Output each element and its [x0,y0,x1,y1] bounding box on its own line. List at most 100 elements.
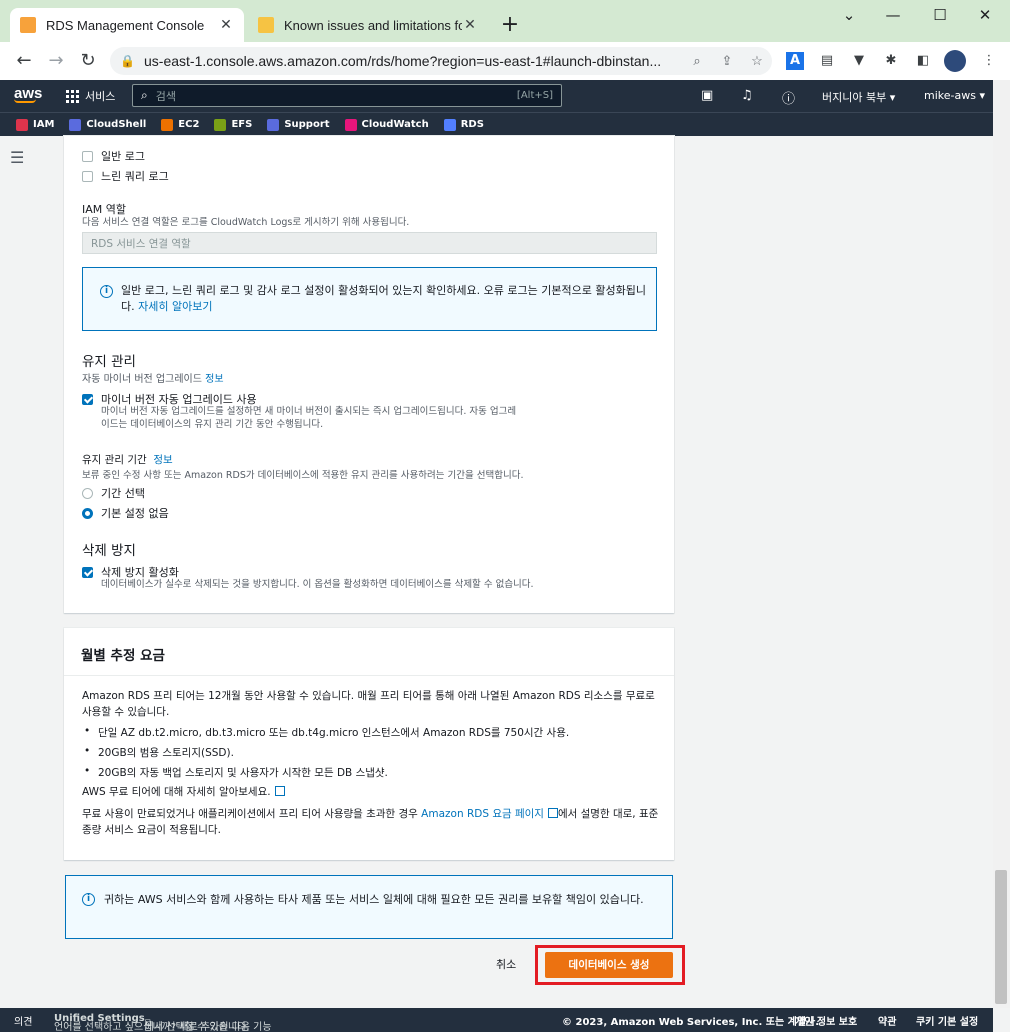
reader-extension-icon[interactable]: ▤ [818,52,836,70]
option-no-preference[interactable]: 기본 설정 없음 [82,505,169,521]
maintenance-window-title: 유지 관리 기간 [82,454,147,466]
deletion-protection-checkbox[interactable] [82,566,93,578]
general-log-option[interactable]: 일반 로그 [82,148,145,164]
auto-upgrade-checkbox[interactable] [82,393,93,405]
log-info-alert: i 일반 로그, 느린 쿼리 로그 및 감사 로그 설정이 활성화되어 있는지 … [82,267,657,331]
cost-bullet-text: 20GB의 자동 백업 스토리지 및 사용자가 시작한 모든 DB 스냅샷. [98,767,388,779]
url-text: us-east-1.console.aws.amazon.com/rds/hom… [144,53,662,69]
side-panel-icon[interactable]: ◧ [914,52,932,70]
address-bar[interactable]: 🔒 us-east-1.console.aws.amazon.com/rds/h… [110,47,772,75]
favorites-bar: IAM CloudShell EC2 EFS Support CloudWatc… [0,112,993,136]
help-icon[interactable]: ⓘ [782,88,795,107]
minimize-button[interactable]: — [878,6,908,24]
favorite-support[interactable]: Support [267,118,330,131]
cost-bullet: 20GB의 자동 백업 스토리지 및 사용자가 시작한 모든 DB 스냅샷. [84,765,388,780]
cancel-button[interactable]: 취소 [496,956,516,972]
zoom-icon[interactable]: ⌕ [682,53,712,69]
pricing-page-link[interactable]: Amazon RDS 요금 페이지 [421,808,558,820]
extensions-puzzle-icon[interactable]: ✱ [882,52,900,70]
back-arrow-icon[interactable]: ← [12,50,36,72]
privacy-link[interactable]: 개인 정보 보호 [795,1013,857,1028]
lock-icon: 🔒 [120,54,135,68]
close-tab-icon[interactable]: ✕ [462,17,478,33]
hamburger-menu-icon[interactable]: ☰ [10,148,24,167]
notifications-bell-icon[interactable]: ♫ [741,88,753,103]
language-notice: 언어를 선택하고 싶으십니까? 새로 추가된 다음 기능 Unified Sett… [54,1013,272,1032]
auto-upgrade-description: 마이너 버전 자동 업그레이드를 설정하면 새 마이너 버전이 출시되는 즉시 … [101,406,517,430]
free-tier-link[interactable]: AWS 무료 티어에 대해 자세히 알아보세요. [82,784,662,800]
auto-upgrade-info-link[interactable]: 정보 [205,374,223,385]
browser-toolbar: ← → ↻ 🔒 us-east-1.console.aws.amazon.com… [0,42,1010,80]
services-label: 서비스 [85,90,116,103]
doc-favicon-icon [258,17,274,33]
pricing-page-link-text: Amazon RDS 요금 페이지 [421,808,544,820]
tab-search-icon[interactable]: ⌄ [834,6,864,24]
search-placeholder: 검색 [155,89,176,103]
window-select-label: 기간 선택 [101,487,145,500]
efs-icon [214,118,227,131]
cloudshell-icon[interactable]: ▣ [701,88,713,103]
services-menu[interactable]: 서비스 [66,88,115,104]
log-info-text: 일반 로그, 느린 쿼리 로그 및 감사 로그 설정이 활성화되어 있는지 확인… [121,283,646,315]
slow-query-log-option[interactable]: 느린 쿼리 로그 [82,168,169,184]
favorite-rds[interactable]: RDS [443,118,484,131]
info-icon: i [100,285,113,298]
cost-bullet: 20GB의 범용 스토리지(SSD). [84,745,234,760]
account-menu[interactable]: mike-aws ▾ [924,89,985,102]
terms-link[interactable]: 약관 [878,1013,896,1028]
slow-query-log-checkbox[interactable] [82,170,93,182]
bookmark-star-icon[interactable]: ☆ [742,53,772,69]
maximize-button[interactable]: ☐ [925,6,955,24]
translate-extension-icon[interactable]: A [786,52,804,70]
aws-logo[interactable]: aws [14,85,42,103]
region-selector[interactable]: 버지니아 북부 ▾ [822,89,895,105]
search-icon: ⌕ [141,88,148,102]
general-log-checkbox[interactable] [82,150,93,162]
close-tab-icon[interactable]: ✕ [218,17,234,33]
no-preference-radio[interactable] [82,507,93,519]
favorite-cloudwatch[interactable]: CloudWatch [344,118,429,131]
favorite-label: Support [284,119,330,130]
favorite-label: CloudWatch [361,119,429,130]
auto-upgrade-section-label: 자동 마이너 버전 업그레이드 정보 [82,370,224,385]
favorite-label: IAM [33,119,55,130]
favorite-efs[interactable]: EFS [214,118,253,131]
tab-rds-console[interactable]: RDS Management Console ✕ [10,8,244,42]
rds-icon [443,118,456,131]
iam-icon [16,118,28,131]
option-window-select[interactable]: 기간 선택 [82,485,145,501]
vpn-extension-icon[interactable]: ▼ [850,52,868,70]
learn-more-link[interactable]: 자세히 알아보기 [138,300,212,313]
cost-after-prefix: 무료 사용이 만료되었거나 애플리케이션에서 프리 티어 사용량을 초과한 경우 [82,808,422,820]
auto-upgrade-label: 자동 마이너 버전 업그레이드 [82,374,202,385]
window-select-radio[interactable] [82,487,93,499]
language-notice-suffix: 에서 선택할 수 있습니다. [144,1022,250,1032]
cookie-preferences-link[interactable]: 쿠키 기본 설정 [916,1013,978,1028]
cloudshell-service-icon [69,118,82,131]
scrollbar-thumb[interactable] [995,870,1007,1004]
search-input[interactable]: ⌕ 검색 [Alt+S] [132,84,562,107]
copyright: © 2023, Amazon Web Services, Inc. 또는 계열사… [562,1017,820,1028]
favorite-label: EFS [231,119,253,130]
favorite-iam[interactable]: IAM [16,118,55,131]
aws-top-nav: aws 서비스 ⌕ 검색 [Alt+S] ▣ ♫ ⓘ 버지니아 북부 ▾ mik… [0,80,993,112]
iam-role-description: 다음 서비스 연결 역할은 로그를 CloudWatch Logs로 게시하기 … [82,217,410,228]
menu-kebab-icon[interactable]: ⋮ [980,52,998,70]
new-tab-button[interactable]: + [498,13,522,37]
profile-avatar[interactable] [944,50,966,72]
favorite-ec2[interactable]: EC2 [161,118,199,131]
reload-icon[interactable]: ↻ [76,50,100,72]
close-window-button[interactable]: ✕ [970,6,1000,24]
feedback-link[interactable]: 의견 [14,1013,32,1028]
share-icon[interactable]: ⇪ [712,53,742,69]
maintenance-window-info-link[interactable]: 정보 [153,454,172,466]
maintenance-title: 유지 관리 [82,354,136,370]
forward-arrow-icon[interactable]: → [44,50,68,72]
browser-tab-strip: RDS Management Console ✕ Known issues an… [0,0,1010,42]
page-scrollbar[interactable] [993,80,1010,1008]
tab-known-issues[interactable]: Known issues and limitations fo ✕ [248,8,488,42]
aws-logo-text: aws [14,85,43,102]
support-icon [267,118,280,131]
create-database-button[interactable]: 데이터베이스 생성 [545,952,673,978]
favorite-cloudshell[interactable]: CloudShell [69,118,146,131]
